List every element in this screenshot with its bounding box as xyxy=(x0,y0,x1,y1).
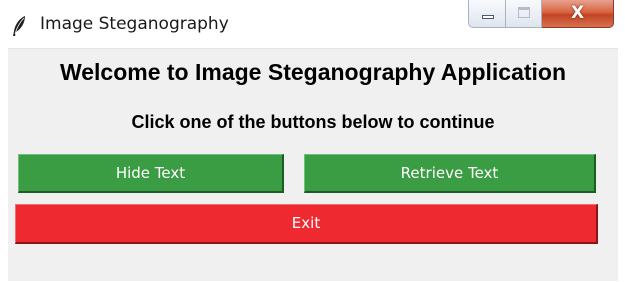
retrieve-text-button[interactable]: Retrieve Text xyxy=(304,154,596,193)
minimize-button[interactable] xyxy=(468,0,506,28)
app-window: Image Steganography X Welcome to Image S… xyxy=(0,0,625,282)
minimize-icon xyxy=(482,15,494,19)
window-controls: X xyxy=(468,0,618,30)
feather-icon xyxy=(10,15,28,37)
hide-text-button[interactable]: Hide Text xyxy=(18,154,284,193)
main-content: Welcome to Image Steganography Applicati… xyxy=(8,48,618,281)
exit-button[interactable]: Exit xyxy=(15,204,598,244)
maximize-button[interactable] xyxy=(506,0,542,28)
close-button[interactable]: X xyxy=(542,0,614,28)
instruction-text: Click one of the buttons below to contin… xyxy=(131,112,495,132)
title-bar[interactable]: Image Steganography X xyxy=(0,0,625,48)
window-title: Image Steganography xyxy=(40,14,229,34)
close-icon: X xyxy=(570,3,585,23)
welcome-heading: Welcome to Image Steganography Applicati… xyxy=(59,59,567,85)
maximize-icon xyxy=(518,7,530,18)
